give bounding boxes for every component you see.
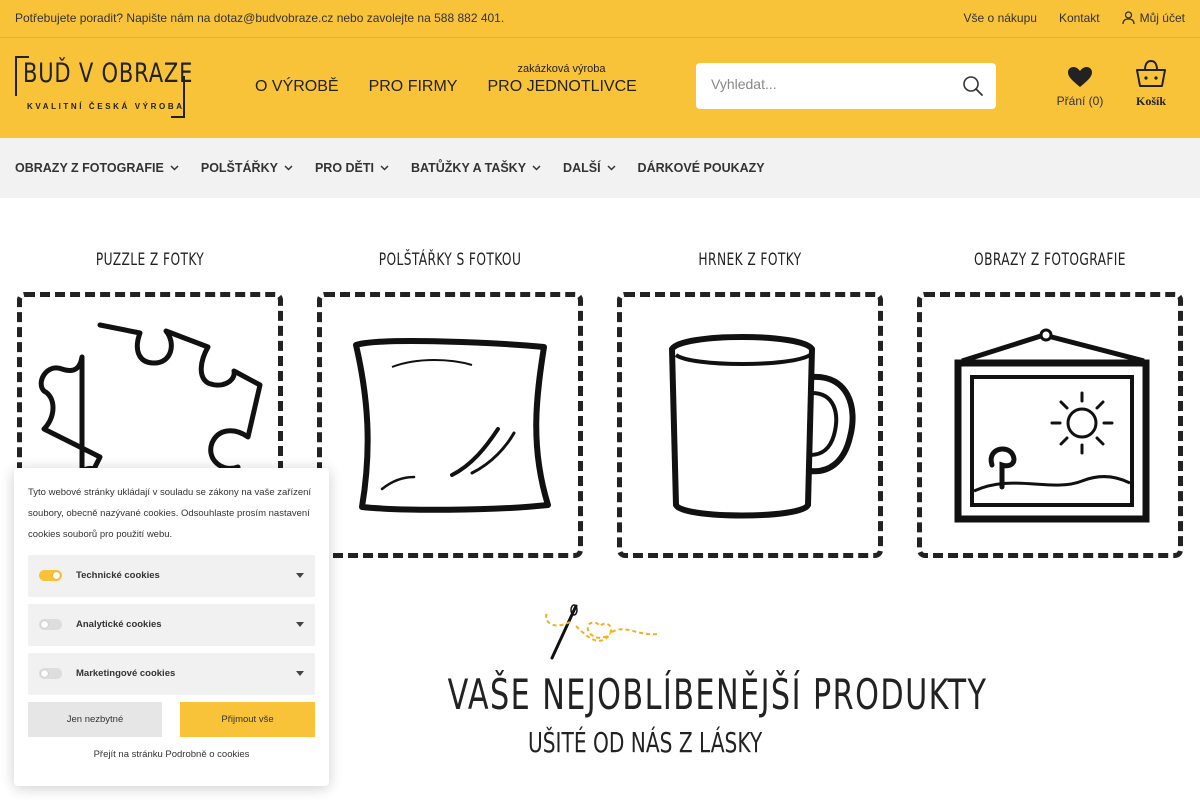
- help-message: Potřebujete poradit? Napište nám na dota…: [15, 11, 505, 25]
- chevron-down-icon: [607, 165, 616, 171]
- caret-down-icon: [296, 622, 304, 627]
- cookie-label: Analytické cookies: [76, 619, 162, 630]
- cat-label: DÁRKOVÉ POUKAZY: [637, 161, 765, 175]
- logo-tagline: KVALITNÍ ČESKÁ VÝROBA: [27, 102, 185, 111]
- search-icon[interactable]: [962, 75, 984, 97]
- card-title: HRNEK Z FOTKY: [698, 250, 802, 270]
- user-icon: [1121, 11, 1135, 25]
- search-box: [696, 63, 996, 109]
- link-contact[interactable]: Kontakt: [1059, 11, 1100, 25]
- nav-jednotlivce-label: PRO JEDNOTLIVCE: [487, 78, 637, 95]
- chevron-down-icon: [284, 165, 293, 171]
- pillow-icon: [353, 338, 551, 513]
- cat-polstarky[interactable]: POLŠTÁŘKY: [201, 161, 293, 175]
- accept-all-cookies-button[interactable]: Přijmout vše: [180, 702, 315, 737]
- favorites-title: VAŠE NEJOBLÍBENĚJŠÍ PRODUKTY: [447, 670, 988, 719]
- cookie-details-link[interactable]: Přejít na stránku Podrobně o cookies: [14, 749, 329, 760]
- toggle-marketing[interactable]: [39, 668, 62, 679]
- toggle-technical[interactable]: [39, 570, 62, 581]
- favorites-subtitle: UŠITÉ OD NÁS Z LÁSKY: [528, 726, 763, 759]
- needle-heart-icon: [545, 604, 659, 660]
- product-card-frame[interactable]: OBRAZY Z FOTOGRAFIE: [917, 240, 1183, 558]
- card-image[interactable]: [617, 292, 883, 558]
- top-info-bar: Potřebujete poradit? Napište nám na dota…: [0, 0, 1200, 38]
- my-account-link[interactable]: Můj účet: [1121, 11, 1185, 25]
- mug-icon: [669, 334, 856, 519]
- cat-label: OBRAZY Z FOTOGRAFIE: [15, 161, 164, 175]
- card-title: POLŠTÁŘKY S FOTKOU: [378, 250, 522, 270]
- chevron-down-icon: [170, 165, 179, 171]
- site-header: BUĎ V OBRAZE KVALITNÍ ČESKÁ VÝROBA O VÝR…: [0, 38, 1200, 138]
- cookie-row-analytics[interactable]: Analytické cookies: [28, 604, 315, 646]
- picture-frame-icon: [954, 328, 1150, 523]
- site-logo[interactable]: BUĎ V OBRAZE KVALITNÍ ČESKÁ VÝROBA: [15, 56, 192, 120]
- top-links: Vše o nákupu Kontakt Můj účet: [964, 11, 1185, 25]
- nav-o-vyrobe[interactable]: O VÝROBĚ: [255, 78, 339, 96]
- cat-pro-deti[interactable]: PRO DĚTI: [315, 161, 389, 175]
- cat-label: PRO DĚTI: [314, 161, 374, 175]
- heart-icon: [1068, 67, 1092, 87]
- my-account-label: Můj účet: [1139, 11, 1185, 25]
- cat-batuzky[interactable]: BATŮŽKY A TAŠKY: [411, 161, 541, 175]
- cat-label: POLŠTÁŘKY: [200, 161, 278, 175]
- cookie-label: Technické cookies: [76, 570, 160, 581]
- cat-obrazy[interactable]: OBRAZY Z FOTOGRAFIE: [15, 161, 179, 175]
- cookie-row-technical[interactable]: Technické cookies: [28, 555, 315, 597]
- chevron-down-icon: [380, 165, 389, 171]
- cookie-text: Tyto webové stránky ukládají v souladu s…: [28, 487, 312, 540]
- cat-dalsi[interactable]: DALŠÍ: [563, 161, 616, 175]
- cookie-label: Marketingové cookies: [76, 668, 176, 679]
- cookie-row-marketing[interactable]: Marketingové cookies: [28, 653, 315, 695]
- main-nav: O VÝROBĚ PRO FIRMY zakázková výroba PRO …: [255, 63, 637, 96]
- nav-jednotlivce-subtitle: zakázková výroba: [517, 63, 606, 75]
- product-card-pillow[interactable]: POLŠTÁŘKY S FOTKOU: [317, 240, 583, 558]
- chevron-down-icon: [532, 165, 541, 171]
- link-about-shopping[interactable]: Vše o nákupu: [964, 11, 1037, 25]
- basket-icon: [1136, 59, 1166, 87]
- card-image[interactable]: [317, 292, 583, 558]
- card-title: OBRAZY Z FOTOGRAFIE: [974, 250, 1126, 270]
- wishlist-button[interactable]: Přání (0): [1055, 66, 1105, 108]
- card-title: PUZZLE Z FOTKY: [95, 250, 205, 270]
- cat-label: DALŠÍ: [563, 161, 601, 175]
- cookie-consent-panel: Tyto webové stránky ukládají v souladu s…: [14, 468, 329, 786]
- caret-down-icon: [296, 671, 304, 676]
- cart-button[interactable]: Košík: [1130, 58, 1172, 109]
- category-nav: OBRAZY Z FOTOGRAFIE POLŠTÁŘKY PRO DĚTI B…: [0, 138, 1200, 198]
- product-card-mug[interactable]: HRNEK Z FOTKY: [617, 240, 883, 558]
- caret-down-icon: [296, 573, 304, 578]
- logo-brand: BUĎ V OBRAZE: [23, 58, 194, 89]
- cat-label: BATŮŽKY A TAŠKY: [411, 161, 527, 175]
- toggle-analytics[interactable]: [39, 619, 62, 630]
- wishlist-label: Přání (0): [1056, 94, 1104, 108]
- nav-pro-jednotlivce[interactable]: zakázková výroba PRO JEDNOTLIVCE: [487, 63, 637, 96]
- cat-darkove-poukazy[interactable]: DÁRKOVÉ POUKAZY: [638, 161, 765, 175]
- search-input[interactable]: [711, 76, 951, 92]
- cart-label: Košík: [1135, 94, 1166, 108]
- reject-cookies-button[interactable]: Jen nezbytné: [28, 702, 162, 737]
- nav-pro-firmy[interactable]: PRO FIRMY: [369, 78, 458, 96]
- card-image[interactable]: [917, 292, 1183, 558]
